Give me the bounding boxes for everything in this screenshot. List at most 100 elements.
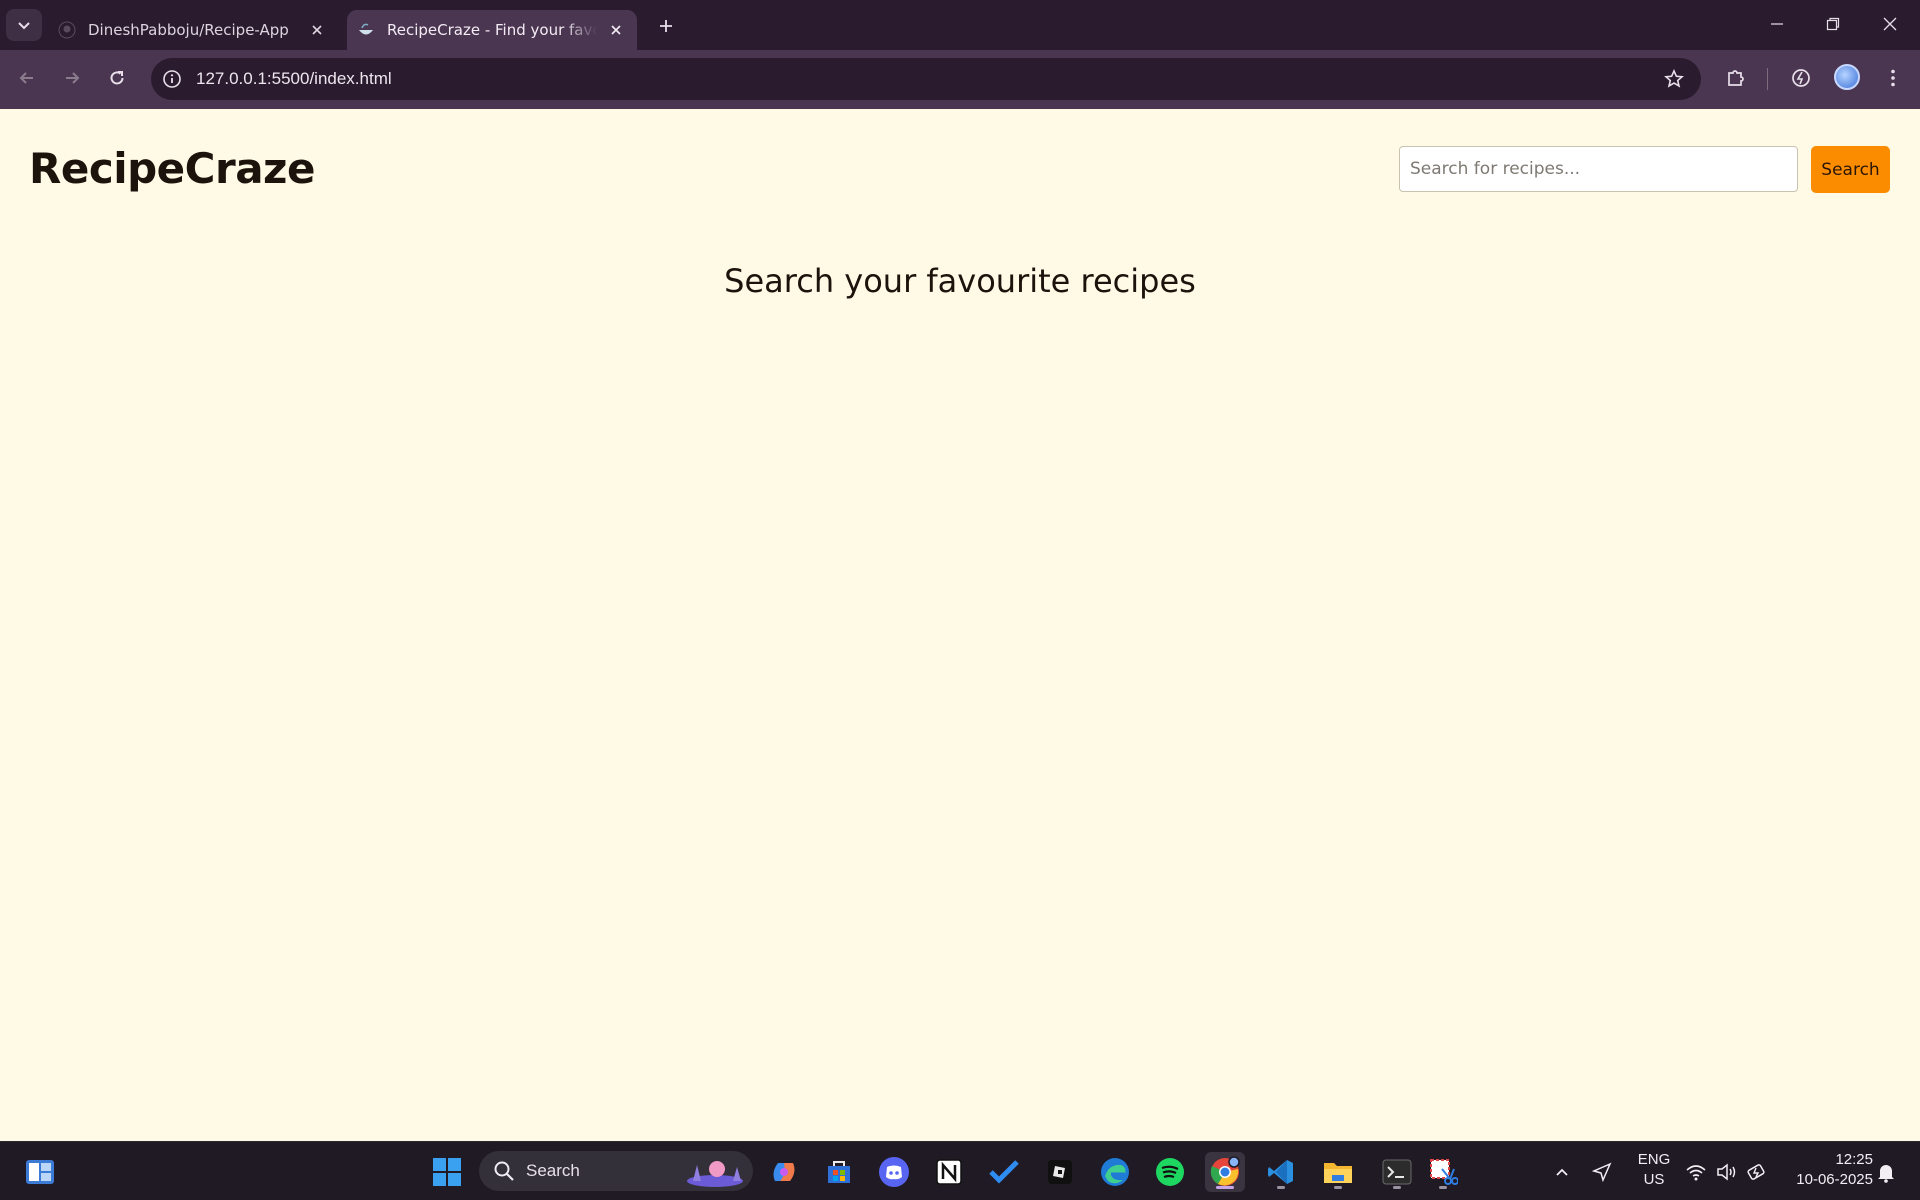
taskbar-search-label: Search (526, 1161, 580, 1180)
battery-status[interactable] (1745, 1160, 1769, 1184)
notifications-button[interactable] (1874, 1160, 1898, 1184)
location-arrow-icon (1592, 1162, 1612, 1182)
volume-status[interactable] (1715, 1160, 1739, 1184)
chevron-down-icon (18, 22, 30, 30)
edge-app[interactable] (1095, 1152, 1135, 1192)
volume-icon (1717, 1163, 1736, 1181)
chevron-up-icon (1556, 1168, 1568, 1176)
roblox-icon (1048, 1160, 1072, 1184)
terminal-icon (1382, 1159, 1412, 1185)
site-logo[interactable]: RecipeCraze (29, 144, 315, 193)
running-app-indicator (1393, 1186, 1401, 1189)
vscode-app[interactable] (1261, 1152, 1301, 1192)
tab-search-button[interactable] (6, 9, 42, 41)
clock-date: 10-06-2025 (1796, 1171, 1873, 1188)
back-button[interactable] (11, 62, 43, 94)
terminal-app[interactable] (1377, 1152, 1417, 1192)
search-highlight-icon (687, 1161, 743, 1187)
browser-tabstrip: DineshPabboju/Recipe-App RecipeCraze - F… (0, 0, 1920, 50)
discord-icon (879, 1157, 909, 1187)
tab-recipecraze[interactable]: RecipeCraze - Find your favourite recipe… (347, 10, 637, 50)
bowl-icon (357, 21, 375, 39)
restore-button[interactable] (1813, 8, 1853, 40)
battery-charging-icon (1747, 1164, 1765, 1180)
start-button[interactable] (427, 1152, 467, 1192)
chrome-icon (1210, 1156, 1240, 1186)
widgets-button[interactable] (20, 1152, 60, 1192)
running-app-indicator (1277, 1186, 1285, 1189)
more-vertical-icon (1891, 69, 1895, 87)
chrome-app[interactable] (1205, 1152, 1245, 1192)
performance-button[interactable] (1786, 63, 1816, 93)
close-tab-icon[interactable] (607, 21, 625, 39)
clock[interactable]: 12:25 10-06-2025 (1783, 1150, 1873, 1200)
wifi-icon (1686, 1165, 1706, 1181)
start-icon (433, 1158, 461, 1186)
forward-button[interactable] (56, 62, 88, 94)
address-bar[interactable]: 127.0.0.1:5500/index.html (151, 58, 1701, 100)
vscode-icon (1268, 1160, 1293, 1184)
recipe-app-page: RecipeCraze Search Search your favourite… (0, 109, 1920, 1141)
active-app-indicator (1216, 1186, 1234, 1189)
microsoft-store-app[interactable] (819, 1152, 859, 1192)
snipping-tool-app[interactable] (1423, 1152, 1463, 1192)
tab-title: DineshPabboju/Recipe-App (88, 21, 288, 39)
new-tab-button[interactable] (652, 12, 680, 40)
restore-icon (1826, 17, 1840, 31)
location-tray-button[interactable] (1590, 1160, 1614, 1184)
running-app-indicator (1439, 1186, 1447, 1189)
notion-app[interactable] (929, 1152, 969, 1192)
speed-icon (1792, 69, 1810, 87)
profile-avatar[interactable] (1834, 64, 1860, 90)
file-explorer-app[interactable] (1318, 1152, 1358, 1192)
todo-app[interactable] (984, 1152, 1024, 1192)
show-hidden-icons-button[interactable] (1550, 1160, 1574, 1184)
reload-icon (110, 71, 124, 85)
edge-icon (1101, 1158, 1129, 1186)
url-text: 127.0.0.1:5500/index.html (196, 69, 392, 88)
copilot-app[interactable] (764, 1152, 804, 1192)
close-icon (1883, 17, 1897, 31)
spotify-app[interactable] (1150, 1152, 1190, 1192)
minimize-icon (1771, 23, 1783, 25)
recipe-search-input[interactable] (1399, 146, 1798, 192)
file-explorer-icon (1324, 1163, 1352, 1183)
snipping-tool-icon (1430, 1159, 1458, 1185)
todo-icon (989, 1160, 1019, 1184)
search-button[interactable]: Search (1811, 146, 1890, 193)
notification-bell-icon (1878, 1162, 1894, 1183)
language-code: ENG (1637, 1151, 1671, 1168)
github-icon (58, 21, 76, 39)
close-tab-icon[interactable] (308, 21, 326, 39)
reload-button[interactable] (101, 62, 133, 94)
microsoft-store-icon (828, 1161, 850, 1183)
spotify-icon (1156, 1158, 1184, 1186)
wifi-status[interactable] (1684, 1160, 1708, 1184)
notion-icon (936, 1159, 962, 1185)
windows-taskbar: Search ENG US 12:25 10-06-2025 (0, 1141, 1920, 1200)
tab-recipe-app-github[interactable]: DineshPabboju/Recipe-App (58, 10, 338, 50)
puzzle-icon (1728, 70, 1744, 86)
keyboard-region: US (1643, 1171, 1665, 1188)
site-info-icon[interactable] (161, 68, 183, 90)
browser-toolbar: 127.0.0.1:5500/index.html (0, 50, 1920, 109)
plus-icon (660, 20, 672, 32)
arrow-right-icon (66, 72, 80, 84)
discord-app[interactable] (874, 1152, 914, 1192)
close-window-button[interactable] (1870, 8, 1910, 40)
extensions-button[interactable] (1721, 63, 1751, 93)
arrow-left-icon (19, 72, 33, 84)
widgets-icon (26, 1160, 54, 1184)
roblox-app[interactable] (1040, 1152, 1080, 1192)
clock-time: 12:25 (1835, 1151, 1873, 1168)
toolbar-divider (1767, 68, 1768, 90)
bookmark-star-icon[interactable] (1663, 68, 1685, 90)
page-headline: Search your favourite recipes (724, 262, 1196, 300)
taskbar-search-box[interactable]: Search (479, 1151, 753, 1191)
copilot-icon (773, 1163, 795, 1181)
chrome-menu-button[interactable] (1878, 63, 1908, 93)
minimize-button[interactable] (1757, 8, 1797, 40)
search-icon (494, 1161, 514, 1181)
running-app-indicator (1334, 1186, 1342, 1189)
language-indicator[interactable]: ENG US (1632, 1150, 1676, 1200)
